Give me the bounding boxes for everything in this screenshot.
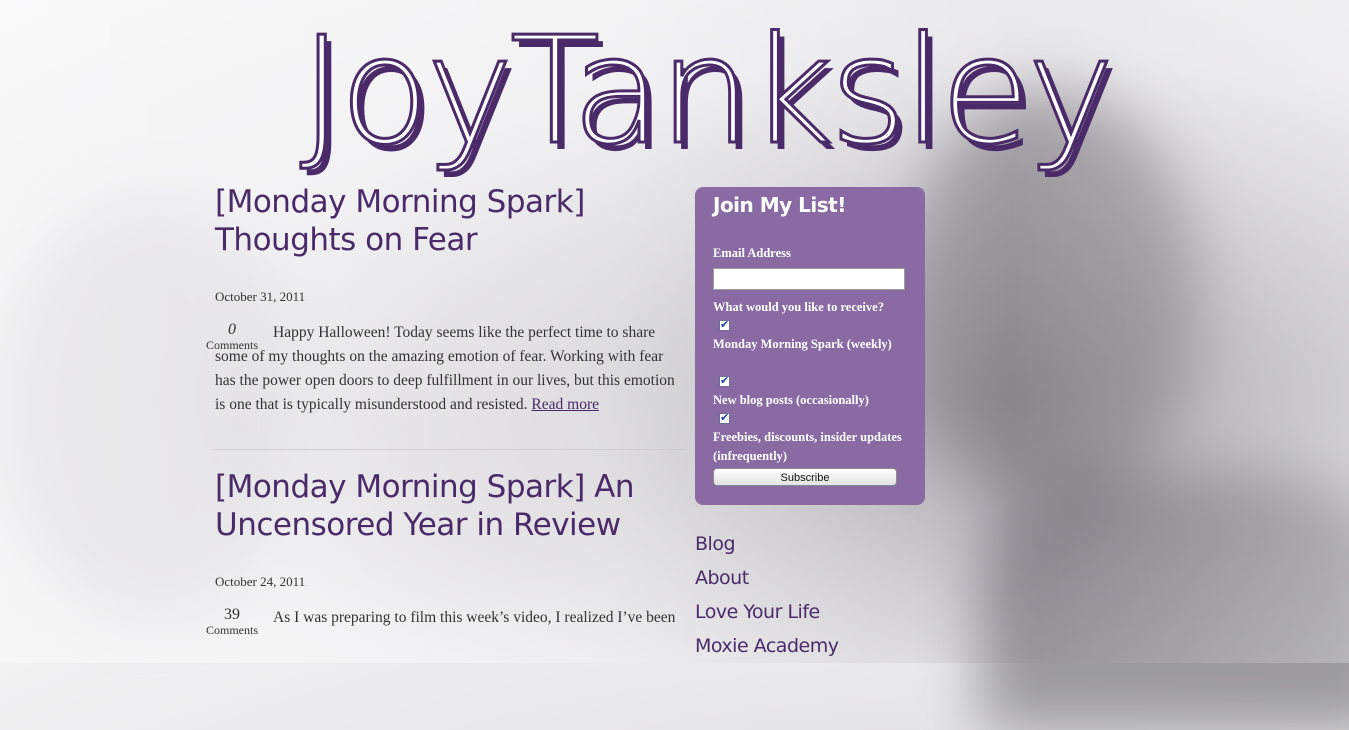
nav-item-moxie-academy[interactable]: Moxie Academy: [695, 629, 839, 663]
signup-heading: Join My List!: [713, 193, 846, 217]
option-label-blog: New blog posts (occasionally): [713, 393, 869, 407]
post-excerpt-text: As I was preparing to film this week’s v…: [273, 609, 676, 626]
post-title-link[interactable]: [Monday Morning Spark] An Uncensored Yea…: [215, 468, 685, 544]
post-excerpt: Happy Halloween! Today seems like the pe…: [215, 321, 685, 417]
post-date: October 24, 2011: [215, 574, 306, 589]
post-excerpt: As I was preparing to film this week’s v…: [215, 606, 685, 630]
checkbox-blog[interactable]: [719, 374, 730, 387]
sidebar-nav: Blog About Love Your Life Moxie Academy: [695, 527, 839, 663]
comment-label: Comments: [205, 623, 258, 637]
nav-item-about[interactable]: About: [695, 561, 838, 595]
post-body: 39 Comments As I was preparing to film t…: [206, 606, 685, 636]
checkbox-spark[interactable]: [719, 318, 730, 331]
post-title-link[interactable]: [Monday Morning Spark] Thoughts on Fear: [215, 183, 685, 259]
mailing-list-form: Join My List! Email Address What would y…: [695, 187, 925, 505]
email-label: Email Address: [713, 246, 791, 260]
nav-item-love-your-life[interactable]: Love Your Life: [695, 595, 838, 629]
email-field[interactable]: [713, 268, 905, 290]
post-item: [Monday Morning Spark] Thoughts on Fear …: [206, 183, 685, 450]
comment-count-link[interactable]: 0 Comments: [202, 321, 262, 351]
comment-label: Comments: [205, 338, 258, 352]
comment-count: 39: [224, 606, 240, 623]
read-more-link[interactable]: Read more: [531, 396, 599, 413]
subscribe-button[interactable]: Subscribe: [713, 468, 897, 486]
post-date: October 31, 2011: [215, 289, 306, 304]
post-item: [Monday Morning Spark] An Uncensored Yea…: [206, 468, 685, 636]
post-divider: [215, 449, 685, 450]
comment-count: 0: [228, 321, 236, 338]
site-title-logo[interactable]: JoyTanksley: [299, 5, 1117, 178]
checkbox-freebies[interactable]: [719, 411, 730, 424]
option-label-freebies: Freebies, discounts, insider updates (in…: [713, 430, 902, 463]
comment-count-link[interactable]: 39 Comments: [202, 606, 262, 636]
receive-label: What would you like to receive?: [713, 300, 884, 314]
nav-item-blog[interactable]: Blog: [695, 527, 838, 561]
option-label-spark: Monday Morning Spark (weekly): [713, 337, 892, 351]
post-excerpt-text: Happy Halloween! Today seems like the pe…: [215, 324, 675, 413]
post-body: 0 Comments Happy Halloween! Today seems …: [206, 321, 685, 417]
post-list: [Monday Morning Spark] Thoughts on Fear …: [206, 183, 685, 636]
